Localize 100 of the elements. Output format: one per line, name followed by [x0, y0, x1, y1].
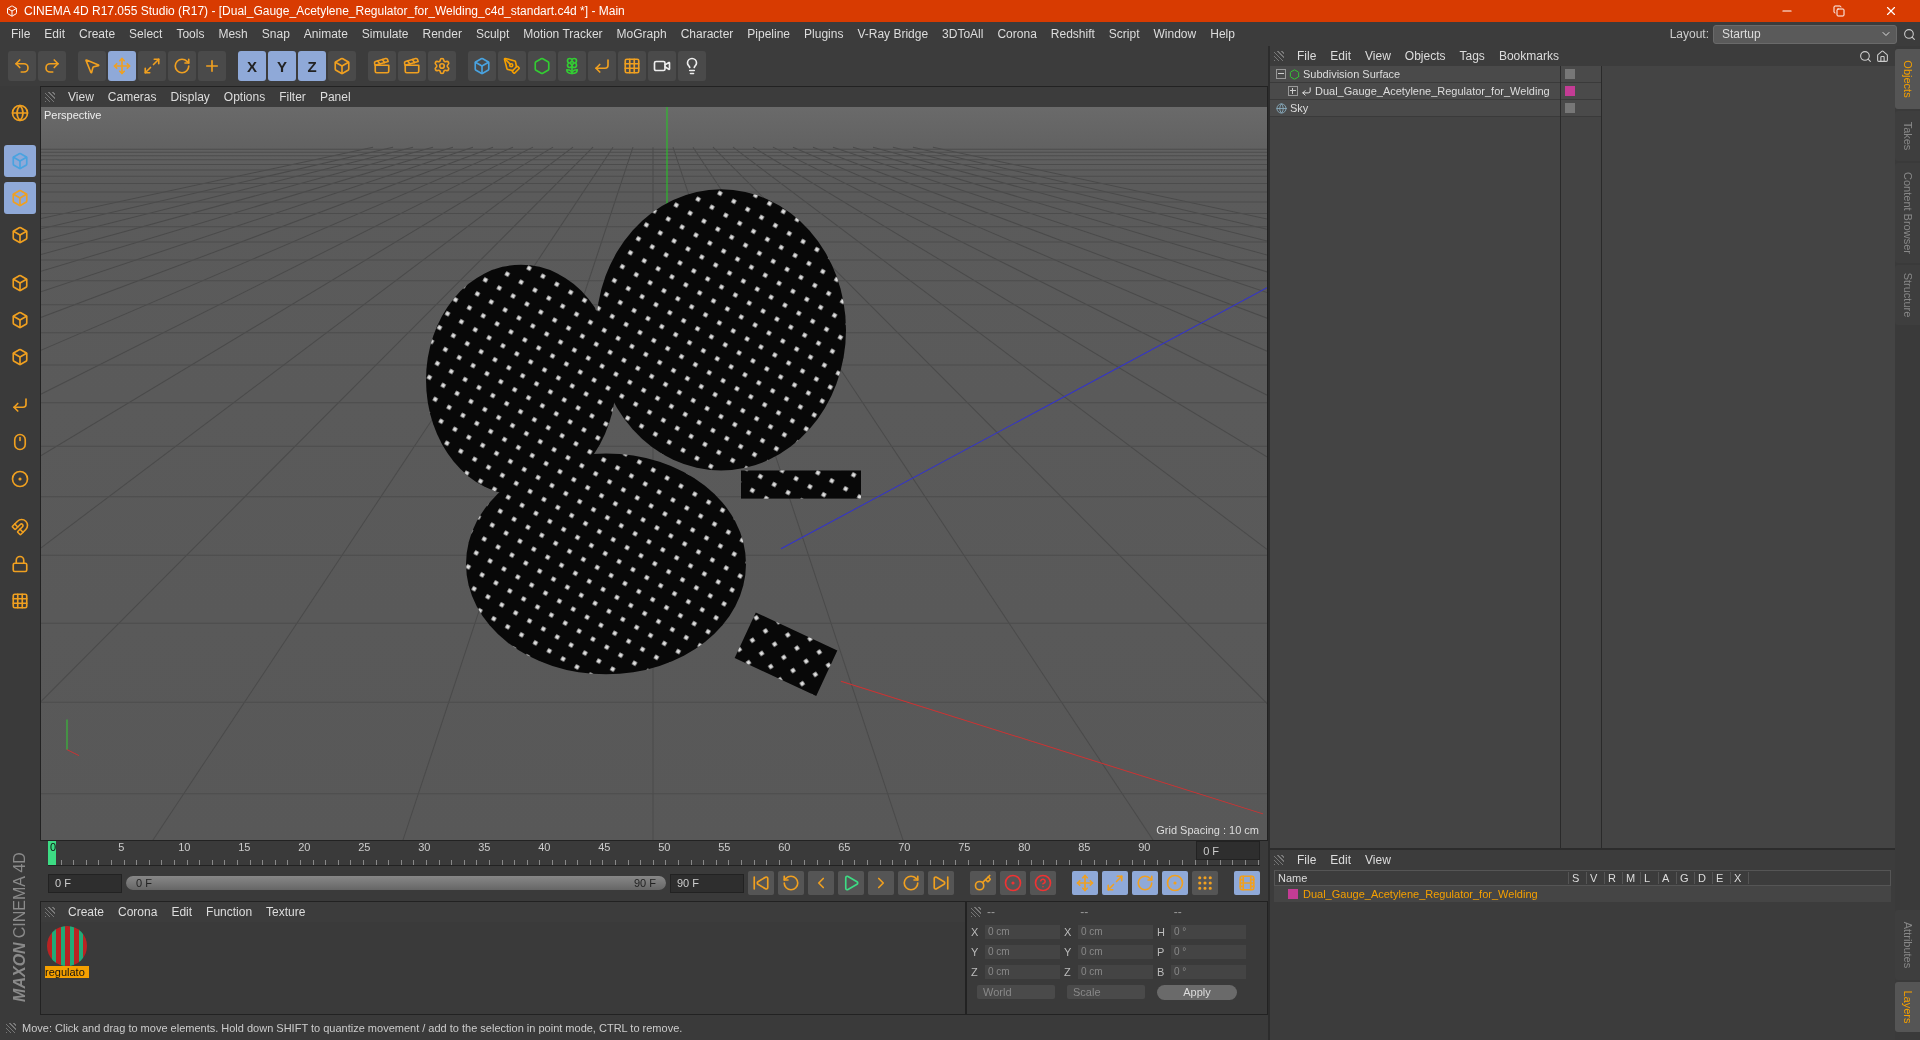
key-rotate-button[interactable]	[1132, 871, 1158, 896]
expand-toggle[interactable]	[1288, 86, 1298, 96]
render-tool-button[interactable]	[398, 51, 426, 81]
panel-grip[interactable]	[1274, 855, 1284, 865]
menu-item[interactable]: Edit	[1323, 853, 1359, 867]
play-button[interactable]	[838, 871, 864, 896]
side-tab[interactable]: Objects	[1895, 49, 1920, 109]
object-row[interactable]: Sky	[1270, 100, 1560, 117]
panel-grip[interactable]	[45, 906, 55, 917]
menu-item[interactable]: Render	[415, 27, 469, 41]
light-tool-button[interactable]	[678, 51, 706, 81]
menu-item[interactable]: Animate	[296, 27, 355, 41]
panel-grip[interactable]	[1274, 51, 1284, 61]
record-button[interactable]	[1000, 871, 1026, 896]
menu-item[interactable]: Snap	[254, 27, 297, 41]
render-view-tool-button[interactable]	[368, 51, 396, 81]
key-move-button[interactable]	[1072, 871, 1098, 896]
menu-item[interactable]: Bookmarks	[1491, 49, 1566, 63]
menu-item[interactable]: Sculpt	[468, 27, 517, 41]
key-param-button[interactable]	[1162, 871, 1188, 896]
key-points-button[interactable]	[1192, 871, 1218, 896]
menu-item[interactable]: MoGraph	[609, 27, 674, 41]
menu-item[interactable]: View	[1358, 49, 1398, 63]
side-tab[interactable]: Layers	[1895, 982, 1920, 1032]
redo-tool-button[interactable]	[38, 51, 66, 81]
last-button[interactable]	[928, 871, 954, 896]
keyframe-button[interactable]	[970, 871, 996, 896]
menu-item[interactable]: Display	[163, 90, 217, 104]
prev-key-button[interactable]	[778, 871, 804, 896]
expand-toggle[interactable]	[1276, 69, 1286, 79]
key-scale-button[interactable]	[1102, 871, 1128, 896]
menu-item[interactable]: Mesh	[211, 27, 255, 41]
cube-tool-button[interactable]	[468, 51, 496, 81]
timeline-button[interactable]	[1234, 871, 1260, 896]
camera-tool-button[interactable]	[648, 51, 676, 81]
start-frame-field[interactable]: 0 F	[48, 873, 122, 893]
scale-tool-button[interactable]	[138, 51, 166, 81]
floor-tool-button[interactable]	[618, 51, 646, 81]
menu-item[interactable]: Script	[1101, 27, 1147, 41]
next-key-button[interactable]	[898, 871, 924, 896]
playhead[interactable]: 0	[48, 841, 57, 865]
help-button[interactable]	[1030, 871, 1056, 896]
menu-item[interactable]: Character	[673, 27, 741, 41]
menu-item[interactable]: Tools	[169, 27, 212, 41]
menu-item[interactable]: Help	[1203, 27, 1242, 41]
object-row[interactable]: Dual_Gauge_Acetylene_Regulator_for_Welding	[1270, 83, 1560, 100]
menu-item[interactable]: 3DToAll	[935, 27, 991, 41]
axis-lock-button[interactable]: Y	[268, 51, 296, 81]
menu-item[interactable]: Simulate	[354, 27, 416, 41]
panel-grip[interactable]	[45, 92, 55, 102]
menu-item[interactable]: Create	[61, 904, 112, 919]
menu-item[interactable]: Filter	[272, 90, 313, 104]
viewport[interactable]: Perspective Grid Spacing : 10 cm	[41, 107, 1267, 840]
search-icon[interactable]	[1859, 49, 1872, 63]
subdiv-tool-button[interactable]	[528, 51, 556, 81]
menu-item[interactable]: File	[1290, 853, 1324, 867]
undo-tool-button[interactable]	[8, 51, 36, 81]
menu-item[interactable]: Edit	[37, 27, 73, 41]
menu-item[interactable]: Function	[199, 904, 260, 919]
rotate-tool-button[interactable]	[168, 51, 196, 81]
first-button[interactable]	[748, 871, 774, 896]
layer-swatch[interactable]	[1565, 86, 1575, 96]
menu-item[interactable]: Window	[1146, 27, 1204, 41]
prev-button[interactable]	[808, 871, 834, 896]
material-preview[interactable]	[47, 925, 87, 966]
menu-item[interactable]: Motion Tracker	[516, 27, 610, 41]
current-frame-field[interactable]: 0 F	[1196, 841, 1261, 860]
menu-item[interactable]: File	[1290, 49, 1324, 63]
menu-item[interactable]: Pipeline	[740, 27, 798, 41]
menu-item[interactable]: Texture	[259, 904, 313, 919]
object-row[interactable]: Subdivision Surface	[1270, 66, 1560, 83]
menu-item[interactable]: Select	[122, 27, 170, 41]
menu-item[interactable]: Redshift	[1043, 27, 1102, 41]
menu-item[interactable]: Tags	[1452, 49, 1492, 63]
pen-tool-button[interactable]	[498, 51, 526, 81]
menu-item[interactable]: Corona	[990, 27, 1044, 41]
menu-item[interactable]: V-Ray Bridge	[850, 27, 936, 41]
menu-item[interactable]: Edit	[1323, 49, 1359, 63]
panel-grip[interactable]	[6, 1022, 16, 1033]
menu-item[interactable]: Edit	[164, 904, 200, 919]
menu-item[interactable]: Objects	[1397, 49, 1453, 63]
menu-item[interactable]: Create	[72, 27, 123, 41]
cloner-tool-button[interactable]	[558, 51, 586, 81]
search-icon[interactable]	[1903, 27, 1916, 41]
next-button[interactable]	[868, 871, 894, 896]
render-settings-tool-button[interactable]	[428, 51, 456, 81]
timeline-ruler[interactable]: 0 5 10 15 20 25 30 35 40 45 50 55 60 65 70 75 80 85 90 0 F	[48, 841, 1260, 866]
panel-grip[interactable]	[971, 906, 981, 917]
plus-tool-button[interactable]	[198, 51, 226, 81]
menu-item[interactable]: Plugins	[797, 27, 851, 41]
frame-range-slider[interactable]: 0 F 90 F	[126, 876, 666, 891]
layout-dropdown[interactable]: Startup	[1713, 24, 1897, 44]
menu-item[interactable]: Cameras	[100, 90, 164, 104]
axis-lock-button[interactable]: Z	[298, 51, 326, 81]
menu-item[interactable]: File	[4, 27, 38, 41]
pointer-tool-button[interactable]	[78, 51, 106, 81]
menu-item[interactable]: View	[1358, 853, 1398, 867]
regulator-model-drawing[interactable]	[426, 189, 861, 697]
material-name[interactable]: regulato	[45, 965, 89, 978]
layer-row[interactable]: Dual_Gauge_Acetylene_Regulator_for_Welding	[1274, 886, 1891, 902]
